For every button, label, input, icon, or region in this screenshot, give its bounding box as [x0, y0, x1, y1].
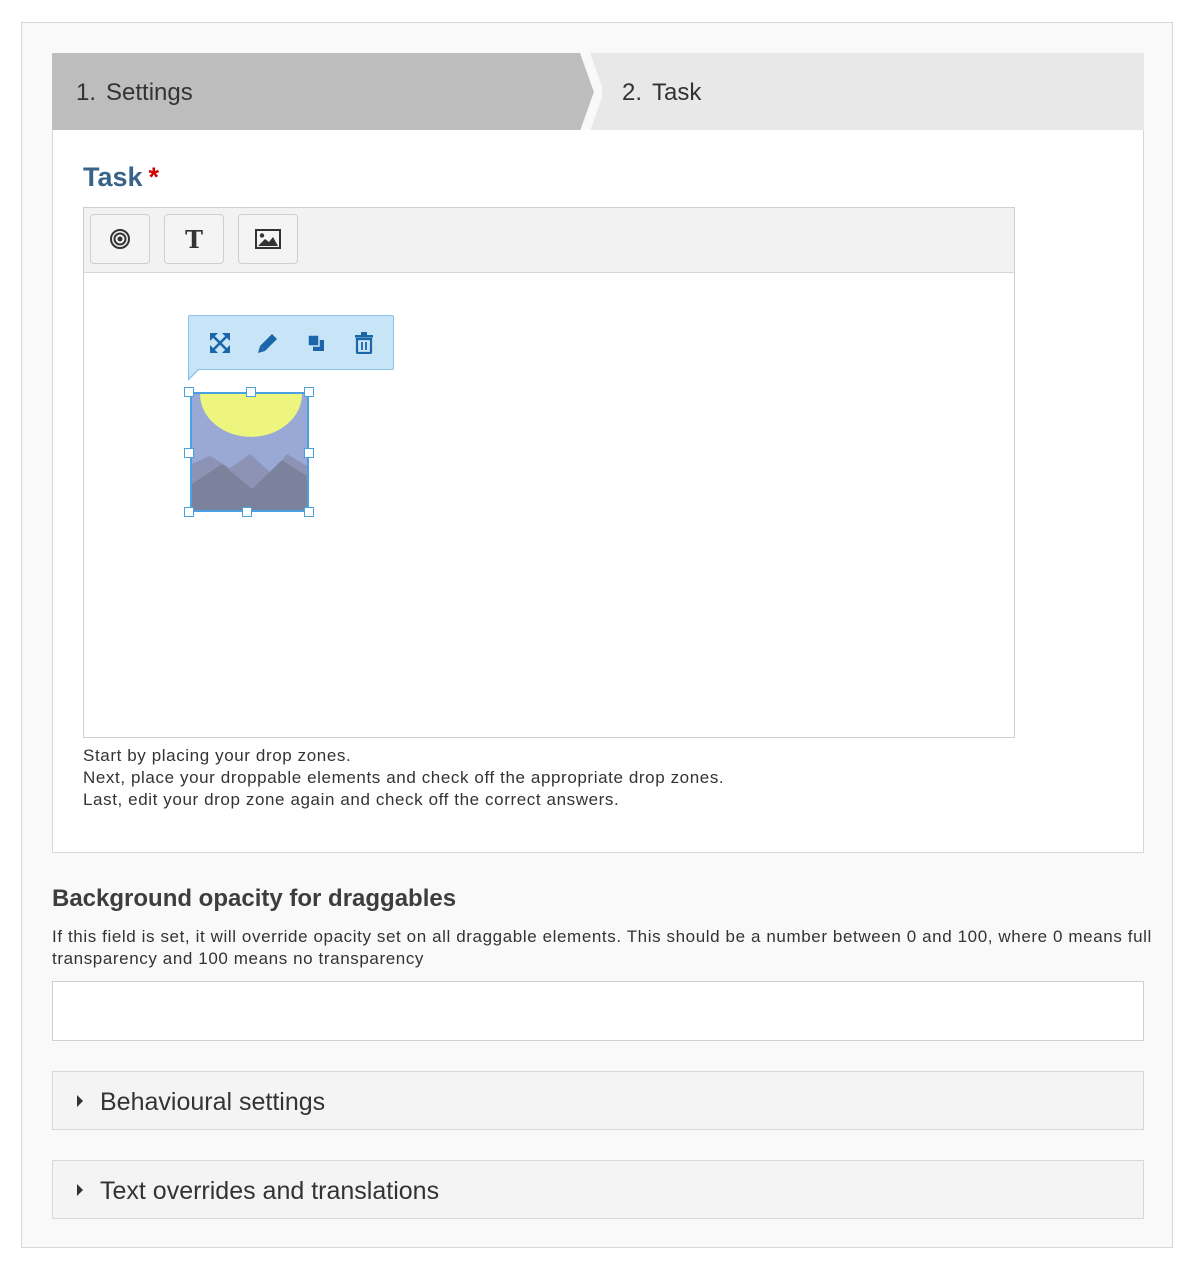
- resize-handle-se[interactable]: [304, 507, 314, 517]
- add-text-button[interactable]: T: [164, 214, 224, 264]
- instruction-line: Start by placing your drop zones.: [83, 746, 352, 765]
- opacity-description: If this field is set, it will override o…: [52, 927, 1152, 968]
- tab-settings[interactable]: 1. Settings: [52, 53, 582, 131]
- task-instructions: Start by placing your drop zones. Next, …: [83, 745, 724, 811]
- element-context-menu: [188, 315, 394, 370]
- resize-handle-nw[interactable]: [184, 387, 194, 397]
- behavioural-settings-group[interactable]: Behavioural settings: [52, 1071, 1144, 1130]
- text-icon: T: [185, 224, 203, 254]
- expand-arrow-icon: [77, 1095, 83, 1107]
- opacity-label: Background opacity for draggables: [52, 885, 457, 912]
- resize-handle-n[interactable]: [246, 387, 256, 397]
- placeholder-image: [192, 394, 307, 510]
- editor-toolbar: T: [84, 208, 1014, 273]
- add-dropzone-button[interactable]: [90, 214, 150, 264]
- required-mark: *: [148, 162, 160, 192]
- trash-icon[interactable]: [351, 330, 377, 356]
- group-label: Behavioural settings: [100, 1088, 326, 1116]
- wizard-steps: 1. Settings 2. Task: [52, 53, 1144, 131]
- resize-handle-sw[interactable]: [184, 507, 194, 517]
- resize-handle-ne[interactable]: [304, 387, 314, 397]
- expand-arrow-icon: [77, 1184, 83, 1196]
- group-label: Text overrides and translations: [100, 1177, 440, 1205]
- instruction-line: Last, edit your drop zone again and chec…: [83, 790, 620, 809]
- resize-icon[interactable]: [207, 330, 233, 356]
- step-separator: [562, 53, 602, 131]
- add-image-button[interactable]: [238, 214, 298, 264]
- resize-handle-s[interactable]: [242, 507, 252, 517]
- layers-icon[interactable]: [303, 330, 329, 356]
- tab-settings-label: 1. Settings: [76, 79, 193, 106]
- resize-handle-e[interactable]: [304, 448, 314, 458]
- resize-handle-w[interactable]: [184, 448, 194, 458]
- opacity-input[interactable]: [52, 981, 1144, 1041]
- dragdrop-editor[interactable]: T: [83, 207, 1015, 738]
- image-element[interactable]: [190, 392, 309, 512]
- target-icon: [109, 228, 131, 250]
- instruction-line: Next, place your droppable elements and …: [83, 768, 725, 787]
- pencil-icon[interactable]: [255, 330, 281, 356]
- tab-task[interactable]: 2. Task: [622, 53, 701, 131]
- task-title: Task *: [83, 162, 160, 192]
- image-icon: [255, 229, 281, 249]
- text-overrides-group[interactable]: Text overrides and translations: [52, 1160, 1144, 1219]
